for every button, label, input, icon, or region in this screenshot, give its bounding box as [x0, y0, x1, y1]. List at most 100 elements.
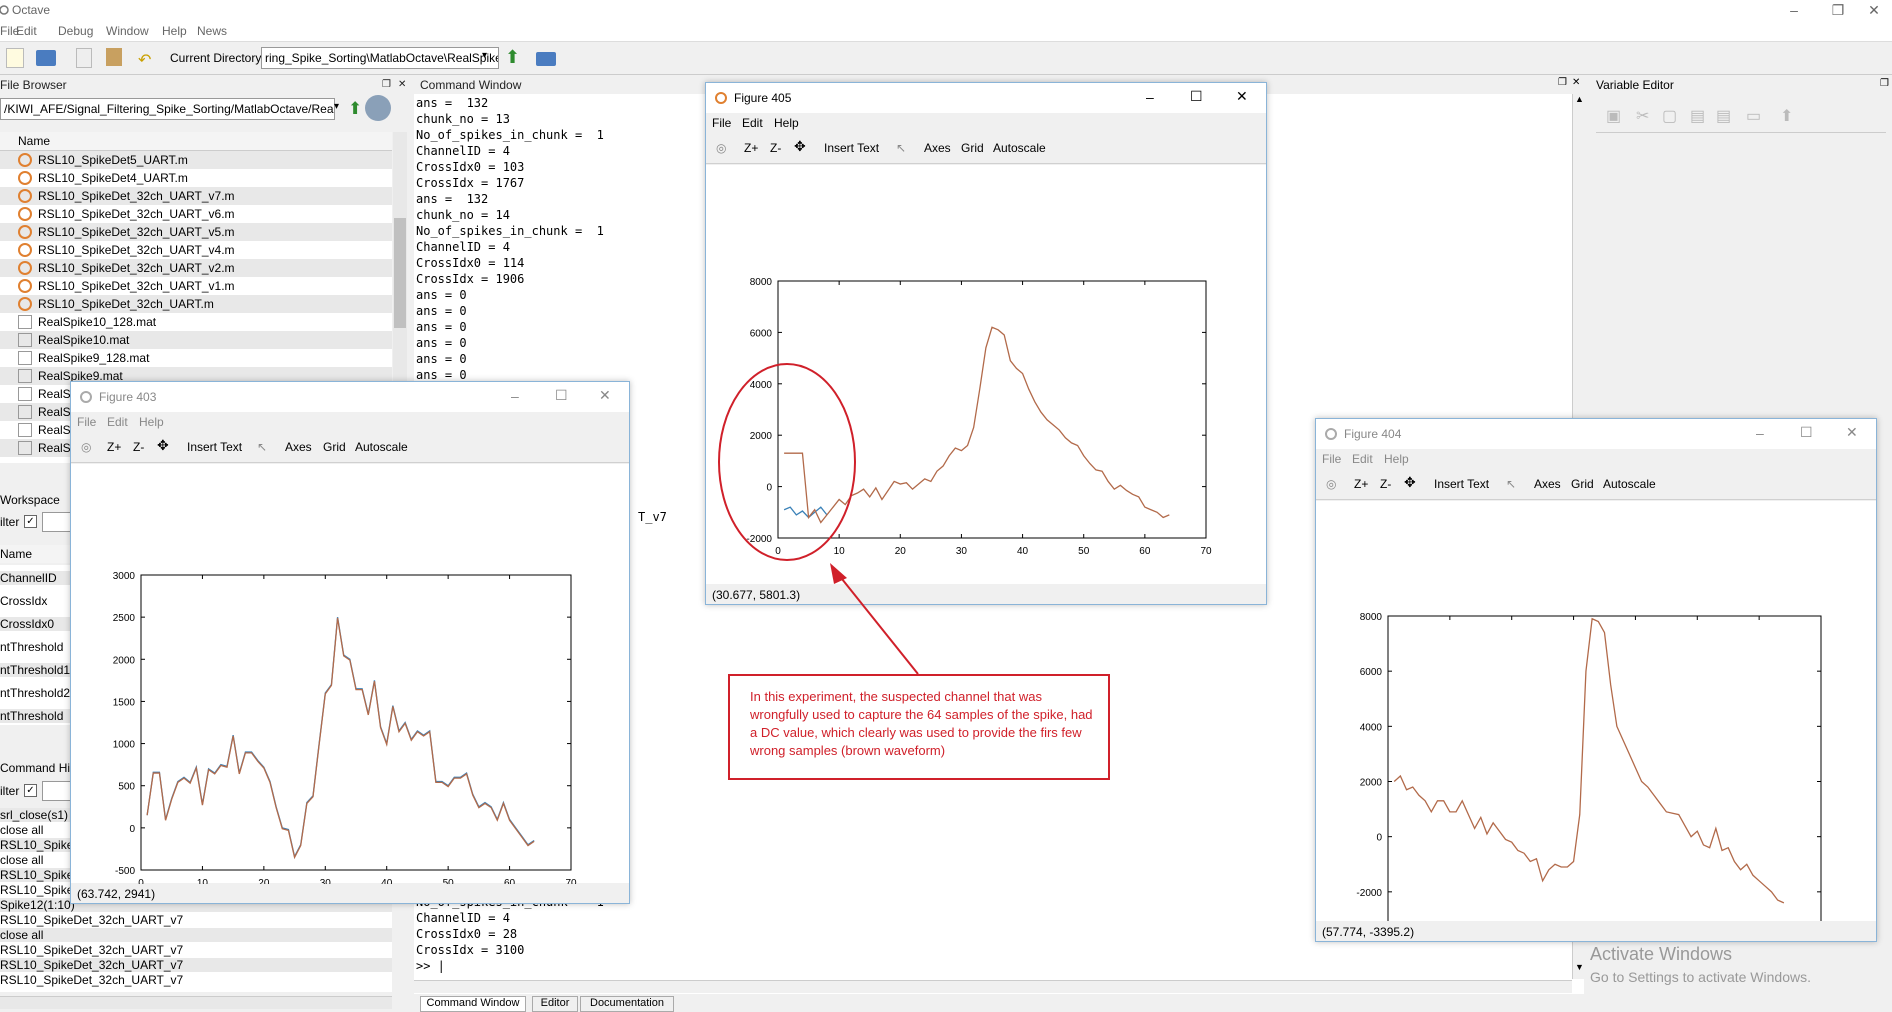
file-list-item[interactable]: RSL10_SpikeDet5_UART.m: [0, 151, 392, 169]
up-arrow-icon[interactable]: ⬆: [348, 99, 362, 119]
workspace-row[interactable]: ntThreshold2: [0, 686, 70, 700]
up-icon[interactable]: ⬆: [1780, 106, 1793, 126]
zoom-in-button[interactable]: Z+: [1354, 477, 1368, 491]
paste-icon[interactable]: ▤: [1690, 106, 1705, 126]
up-arrow-icon[interactable]: ⬆: [505, 47, 520, 68]
workspace-filter-checkbox[interactable]: ✓: [24, 515, 37, 528]
tab-documentation[interactable]: Documentation: [580, 996, 674, 1012]
zoom-out-button[interactable]: Z-: [133, 440, 144, 454]
menu-news[interactable]: News: [197, 24, 227, 38]
file-list-item[interactable]: RSL10_SpikeDet_32ch_UART_v1.m: [0, 277, 392, 295]
browse-folder-icon[interactable]: [536, 52, 556, 66]
file-list-item[interactable]: RSL10_SpikeDet_32ch_UART_v2.m: [0, 259, 392, 277]
chevron-down-icon[interactable]: ▾: [334, 101, 339, 112]
gear-icon[interactable]: [365, 95, 391, 121]
grid-button[interactable]: Grid: [323, 440, 346, 454]
figure-menu-file[interactable]: File: [712, 116, 731, 130]
minimize-button[interactable]: –: [1776, 0, 1812, 22]
figure-menu-edit[interactable]: Edit: [742, 116, 763, 130]
file-list-item[interactable]: RealSpike10.mat: [0, 331, 392, 349]
tab-editor[interactable]: Editor: [532, 996, 578, 1012]
grid-button[interactable]: Grid: [1571, 477, 1594, 491]
close-button[interactable]: ✕: [1846, 424, 1858, 441]
paste-icon[interactable]: ▤: [1716, 106, 1731, 126]
insert-text-button[interactable]: Insert Text: [187, 440, 242, 454]
axes-button[interactable]: Axes: [1534, 477, 1561, 491]
workspace-row[interactable]: CrossIdx: [0, 594, 70, 608]
undo-icon[interactable]: ↶: [138, 50, 151, 70]
select-icon[interactable]: ↖: [896, 141, 906, 155]
figure-menu-file[interactable]: File: [1322, 452, 1341, 466]
close-button[interactable]: ✕: [599, 387, 611, 404]
workspace-row[interactable]: ntThreshold1: [0, 663, 70, 677]
autoscale-button[interactable]: Autoscale: [993, 141, 1046, 155]
copy-icon[interactable]: ▢: [1662, 106, 1677, 126]
plot-icon[interactable]: ▭: [1746, 106, 1761, 126]
undock-icon[interactable]: ❐: [1880, 78, 1889, 89]
select-icon[interactable]: ↖: [257, 440, 267, 454]
current-directory-combo[interactable]: ring_Spike_Sorting\MatlabOctave\RealSpik…: [261, 47, 499, 69]
history-item[interactable]: close all: [0, 928, 392, 942]
figure-menu-help[interactable]: Help: [1384, 452, 1409, 466]
pan-icon[interactable]: ✥: [157, 437, 169, 454]
select-icon[interactable]: ↖: [1506, 477, 1516, 491]
rotate-icon[interactable]: ◎: [1326, 477, 1336, 491]
rotate-icon[interactable]: ◎: [81, 440, 91, 454]
rotate-icon[interactable]: ◎: [716, 141, 726, 155]
insert-text-button[interactable]: Insert Text: [1434, 477, 1489, 491]
zoom-in-button[interactable]: Z+: [107, 440, 121, 454]
figure-menu-file[interactable]: File: [77, 415, 96, 429]
minimize-button[interactable]: –: [1756, 425, 1764, 441]
undock-icon[interactable]: ❐: [1558, 77, 1567, 88]
workspace-row[interactable]: ChannelID: [0, 571, 70, 585]
workspace-row[interactable]: ntThreshold: [0, 640, 70, 654]
history-item[interactable]: RSL10_SpikeDet_32ch_UART_v7: [0, 913, 392, 927]
zoom-out-button[interactable]: Z-: [770, 141, 781, 155]
save-icon[interactable]: ▣: [1606, 106, 1621, 126]
minimize-button[interactable]: –: [1146, 89, 1154, 105]
panel-close-icon[interactable]: ✕: [1572, 77, 1580, 88]
paste-icon[interactable]: [106, 48, 122, 66]
menu-help[interactable]: Help: [162, 24, 187, 38]
zoom-out-button[interactable]: Z-: [1380, 477, 1391, 491]
chevron-down-icon[interactable]: ▾: [482, 50, 487, 61]
workspace-filter-input[interactable]: [42, 512, 72, 532]
menu-edit[interactable]: Edit: [16, 24, 37, 38]
figure-405-chart[interactable]: 0 10 20 30 40 50 60 70-200002000400060008000: [706, 165, 1266, 585]
close-button[interactable]: ✕: [1856, 0, 1892, 22]
workspace-row[interactable]: CrossIdx0: [0, 617, 70, 631]
grid-button[interactable]: Grid: [961, 141, 984, 155]
figure-403-plot-area[interactable]: 0 10 20 30 40 50 60 70 -500 0 500 1000 1500 2000 2500 3…: [71, 464, 629, 889]
file-list-item[interactable]: RSL10_SpikeDet_32ch_UART_v7.m: [0, 187, 392, 205]
file-column-name[interactable]: Name: [18, 134, 50, 148]
open-folder-icon[interactable]: [36, 50, 56, 66]
pan-icon[interactable]: ✥: [794, 138, 806, 155]
figure-404-plot-area[interactable]: 010203040506070-4000-2000020004000600080…: [1316, 501, 1876, 966]
workspace-column-name[interactable]: Name: [0, 547, 32, 561]
file-list-item[interactable]: RSL10_SpikeDet_32ch_UART_v6.m: [0, 205, 392, 223]
autoscale-button[interactable]: Autoscale: [1603, 477, 1656, 491]
file-list-item[interactable]: RealSpike9_128.mat: [0, 349, 392, 367]
figure-405-plot-area[interactable]: 0 10 20 30 40 50 60 70 -2000 0 2000 4000 6000 8000: [706, 165, 1266, 584]
cut-icon[interactable]: ✂: [1636, 106, 1649, 126]
history-item[interactable]: RSL10_SpikeDet_32ch_UART_v7: [0, 973, 392, 987]
maximize-button[interactable]: ☐: [555, 387, 568, 404]
scrollbar-thumb[interactable]: [394, 218, 406, 328]
menu-debug[interactable]: Debug: [58, 24, 93, 38]
autoscale-button[interactable]: Autoscale: [355, 440, 408, 454]
insert-text-button[interactable]: Insert Text: [824, 141, 879, 155]
copy-icon[interactable]: [76, 48, 92, 68]
axes-button[interactable]: Axes: [924, 141, 951, 155]
close-button[interactable]: ✕: [1236, 88, 1248, 105]
file-list-item[interactable]: RSL10_SpikeDet4_UART.m: [0, 169, 392, 187]
file-list-item[interactable]: RealSpike10_128.mat: [0, 313, 392, 331]
figure-404-chart[interactable]: 010203040506070-4000-2000020004000600080…: [1316, 501, 1876, 966]
file-list-item[interactable]: RSL10_SpikeDet_32ch_UART_v5.m: [0, 223, 392, 241]
minimize-button[interactable]: –: [511, 388, 519, 404]
panel-close-icon[interactable]: ✕: [398, 77, 406, 93]
figure-menu-edit[interactable]: Edit: [107, 415, 128, 429]
file-list-item[interactable]: RSL10_SpikeDet_32ch_UART_v4.m: [0, 241, 392, 259]
maximize-button[interactable]: ❐: [1820, 0, 1856, 22]
history-item[interactable]: RSL10_SpikeDet_32ch_UART_v7: [0, 958, 392, 972]
new-file-icon[interactable]: [6, 48, 24, 68]
